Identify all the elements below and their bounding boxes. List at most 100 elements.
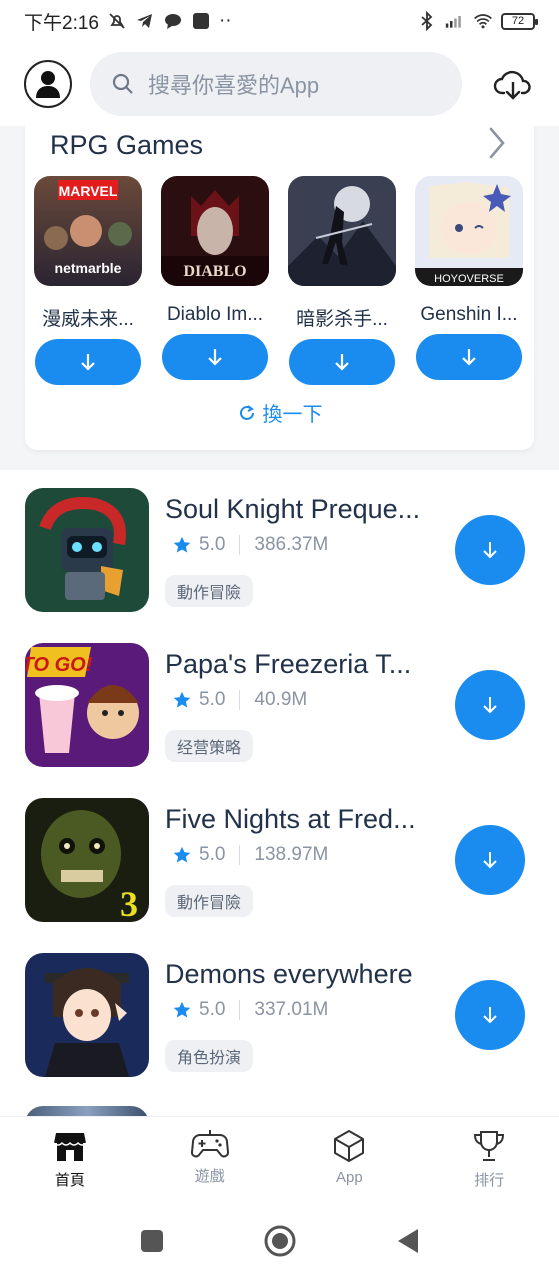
section-title: RPG Games: [50, 130, 204, 160]
arrow-down-icon: [335, 354, 349, 371]
app-icon[interactable]: TO GO!: [25, 643, 149, 767]
app-icon[interactable]: [25, 488, 149, 612]
arrow-down-icon: [483, 852, 497, 869]
list-item[interactable]: TO GO! Papa's Freezeria T... 5.0 40.9M 经…: [25, 643, 535, 767]
bottom-nav: 首頁 遊戲 App 排行: [0, 1116, 559, 1202]
download-button[interactable]: [162, 334, 268, 380]
divider: [239, 690, 241, 710]
arrow-down-icon: [483, 697, 497, 714]
game-icon[interactable]: DIABLO: [161, 176, 269, 286]
system-nav-bar: [0, 1202, 559, 1280]
star-icon: [173, 846, 191, 863]
rpg-game-item[interactable]: HOYOVERSE Genshin I...: [415, 176, 523, 385]
fnaf-3-logo: 3: [120, 884, 138, 922]
category-tag[interactable]: 经营策略: [165, 730, 254, 762]
game-name: Diablo Im...: [166, 304, 264, 325]
nav-item-home[interactable]: 首頁: [0, 1117, 140, 1202]
nav-item-app[interactable]: App: [280, 1117, 420, 1202]
download-button[interactable]: [35, 339, 141, 385]
profile-avatar-button[interactable]: [24, 60, 72, 108]
app-size: 386.37M: [254, 534, 329, 555]
app-notification-icon: [191, 11, 211, 31]
download-button[interactable]: [455, 515, 525, 585]
game-name: 漫威未来...: [42, 309, 134, 330]
game-icon[interactable]: [288, 176, 396, 286]
star-icon: [173, 536, 191, 553]
download-button[interactable]: [455, 825, 525, 895]
download-manager-button[interactable]: [491, 62, 535, 106]
user-icon: [36, 71, 60, 98]
nav-label: 排行: [474, 1172, 505, 1189]
app-icon[interactable]: 3: [25, 798, 149, 922]
star-icon: [173, 1001, 191, 1018]
nav-item-ranking[interactable]: 排行: [419, 1117, 559, 1202]
rpg-game-item[interactable]: DIABLO Diablo Im...: [161, 176, 269, 385]
mute-icon: [107, 11, 127, 31]
back-icon[interactable]: [396, 1228, 420, 1254]
store-icon: [53, 1133, 87, 1161]
list-item[interactable]: Demons everywhere 5.0 337.01M 角色扮演: [25, 953, 535, 1077]
marvel-logo: MARVEL: [59, 183, 118, 199]
divider: [239, 1000, 241, 1020]
app-meta: 5.0 386.37M: [173, 534, 328, 556]
rpg-games-section: RPG Games MARVEL netmarble 漫威未来... DIABL…: [25, 126, 534, 450]
app-name: Papa's Freezeria T...: [165, 649, 412, 679]
cloud-download-icon: [493, 70, 531, 100]
search-bar[interactable]: 搜尋你喜愛的App: [90, 52, 462, 116]
chevron-right-icon[interactable]: [486, 126, 508, 160]
star-icon: [173, 691, 191, 708]
app-rating: 5.0: [199, 999, 226, 1020]
arrow-down-icon: [483, 542, 497, 559]
arrow-down-icon: [81, 354, 95, 371]
app-header: 搜尋你喜愛的App: [0, 42, 559, 126]
download-button[interactable]: [455, 980, 525, 1050]
list-item[interactable]: 3 Five Nights at Fred... 5.0 138.97M 動作冒…: [25, 798, 535, 922]
rpg-game-item[interactable]: 暗影杀手...: [288, 176, 396, 385]
divider: [239, 535, 241, 555]
diablo-logo: DIABLO: [183, 263, 246, 280]
app-size: 40.9M: [254, 689, 308, 710]
game-name: Genshin I...: [420, 304, 518, 325]
chat-icon: [163, 11, 183, 31]
nav-item-games[interactable]: 遊戲: [140, 1117, 280, 1202]
category-tag[interactable]: 角色扮演: [165, 1040, 254, 1072]
download-button[interactable]: [289, 339, 395, 385]
trophy-icon: [474, 1131, 505, 1161]
game-icon[interactable]: HOYOVERSE: [415, 176, 523, 286]
app-name: Soul Knight Preque...: [165, 494, 421, 524]
arrow-down-icon: [483, 1007, 497, 1024]
game-icon[interactable]: MARVEL netmarble: [34, 176, 142, 286]
status-time: 下午2:16: [24, 12, 99, 34]
app-meta: 5.0 337.01M: [173, 999, 328, 1021]
category-tag[interactable]: 動作冒險: [165, 885, 254, 917]
app-meta: 5.0 40.9M: [173, 689, 307, 711]
search-placeholder: 搜尋你喜愛的App: [148, 73, 320, 98]
togo-logo: TO GO!: [25, 654, 93, 676]
home-icon[interactable]: [264, 1225, 296, 1257]
telegram-icon: [135, 11, 155, 31]
rpg-game-item[interactable]: MARVEL netmarble 漫威未来...: [34, 176, 142, 385]
netmarble-logo: netmarble: [55, 260, 122, 276]
category-tag[interactable]: 動作冒險: [165, 575, 254, 607]
app-rating: 5.0: [199, 689, 226, 710]
wifi-icon: [473, 11, 493, 31]
bluetooth-icon: [417, 11, 437, 31]
refresh-button[interactable]: 換一下: [25, 398, 534, 427]
arrow-down-icon: [208, 349, 222, 366]
app-name: Five Nights at Fred...: [165, 804, 416, 834]
app-icon[interactable]: [25, 953, 149, 1077]
app-rating: 5.0: [199, 844, 226, 865]
app-rating: 5.0: [199, 534, 226, 555]
divider: [239, 845, 241, 865]
app-size: 138.97M: [254, 844, 329, 865]
download-button[interactable]: [416, 334, 522, 380]
hoyoverse-logo: HOYOVERSE: [434, 273, 504, 285]
more-notifications-icon: ··: [218, 10, 232, 31]
recents-icon[interactable]: [140, 1229, 164, 1253]
app-name: Demons everywhere: [165, 959, 413, 989]
list-item[interactable]: Soul Knight Preque... 5.0 386.37M 動作冒險: [25, 488, 535, 612]
partial-app-icon[interactable]: [25, 1106, 149, 1116]
nav-label: 遊戲: [194, 1168, 225, 1185]
download-button[interactable]: [455, 670, 525, 740]
battery-icon: 72: [501, 12, 538, 30]
